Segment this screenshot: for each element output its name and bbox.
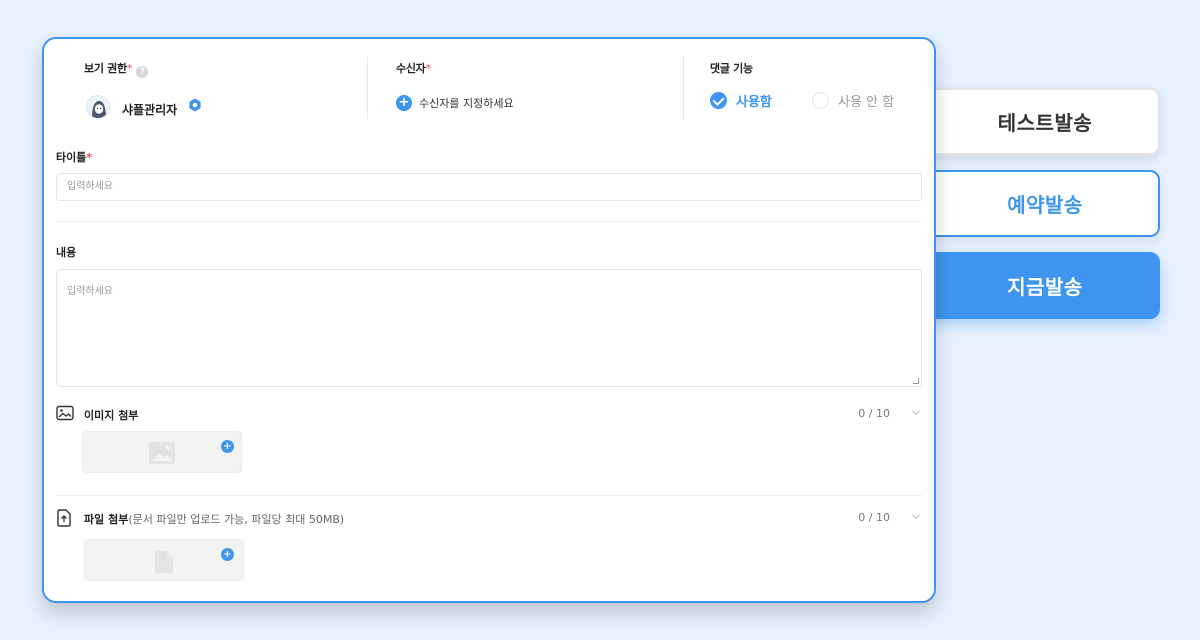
check-circle-icon bbox=[710, 92, 727, 109]
title-placeholder: 입력하세요 bbox=[67, 181, 113, 192]
plus-icon: + bbox=[396, 95, 412, 111]
file-upload-icon bbox=[56, 509, 72, 531]
file-attach-count: 0 / 10 bbox=[858, 511, 890, 524]
image-attach-row[interactable]: 이미지 첨부 0 / 10 bbox=[56, 405, 922, 425]
image-upload-slot[interactable]: + bbox=[82, 431, 242, 473]
plus-icon[interactable]: + bbox=[221, 440, 234, 453]
title-input[interactable]: 입력하세요 bbox=[56, 173, 922, 201]
comment-enable-label: 사용함 bbox=[736, 95, 772, 110]
comment-disable-label: 사용 안 함 bbox=[838, 95, 895, 110]
comment-enable-radio[interactable]: 사용함 bbox=[710, 91, 772, 110]
recipient-field: 수신자* bbox=[396, 57, 431, 76]
resize-handle[interactable] bbox=[913, 378, 919, 384]
file-attach-label: 파일 첨부 bbox=[84, 513, 129, 526]
reserve-send-button[interactable]: 예약발송 bbox=[918, 170, 1160, 237]
message-form-card: 보기 권한*? 샤플관리자 수신자* + 수신자를 지정하세요 댓글 기능 사용… bbox=[42, 37, 936, 603]
question-icon[interactable]: ? bbox=[136, 66, 149, 78]
image-placeholder-icon bbox=[149, 442, 175, 464]
recipient-label: 수신자 bbox=[396, 62, 426, 75]
column-divider bbox=[683, 57, 684, 119]
file-upload-slot[interactable]: + bbox=[84, 539, 244, 581]
image-attach-count: 0 / 10 bbox=[858, 407, 890, 420]
avatar bbox=[86, 95, 110, 119]
file-placeholder-icon bbox=[155, 551, 173, 573]
radio-circle-icon bbox=[812, 92, 829, 109]
image-icon bbox=[56, 405, 74, 425]
image-attach-label: 이미지 첨부 bbox=[84, 409, 139, 422]
required-mark: * bbox=[126, 62, 133, 75]
add-recipient-button[interactable]: + 수신자를 지정하세요 bbox=[396, 95, 514, 111]
chevron-down-icon[interactable] bbox=[912, 407, 920, 415]
admin-name: 샤플관리자 bbox=[122, 103, 178, 117]
content-textarea[interactable]: 입력하세요 bbox=[56, 269, 922, 387]
plus-icon[interactable]: + bbox=[221, 548, 234, 561]
section-divider bbox=[56, 495, 922, 496]
section-divider bbox=[56, 221, 922, 222]
comment-label: 댓글 기능 bbox=[710, 62, 753, 75]
comment-disable-radio[interactable]: 사용 안 함 bbox=[812, 91, 894, 110]
file-attach-label-group: 파일 첨부(문서 파일만 업로드 가능, 파일당 최대 50MB) bbox=[84, 511, 344, 527]
title-label: 타이틀 bbox=[56, 151, 87, 164]
title-label-group: 타이틀* bbox=[56, 149, 92, 165]
required-mark: * bbox=[425, 62, 431, 75]
file-attach-sublabel: (문서 파일만 업로드 가능, 파일당 최대 50MB) bbox=[128, 513, 345, 526]
add-recipient-text: 수신자를 지정하세요 bbox=[419, 97, 514, 110]
column-divider bbox=[367, 57, 368, 119]
visibility-field: 보기 권한*? bbox=[84, 57, 149, 78]
test-send-button[interactable]: 테스트발송 bbox=[918, 88, 1160, 155]
gear-icon[interactable] bbox=[188, 97, 202, 116]
visibility-label: 보기 권한 bbox=[84, 62, 127, 75]
send-now-button[interactable]: 지금발송 bbox=[918, 252, 1160, 319]
form-top-section: 보기 권한*? 샤플관리자 수신자* + 수신자를 지정하세요 댓글 기능 사용… bbox=[44, 39, 934, 123]
file-attach-row[interactable]: 파일 첨부(문서 파일만 업로드 가능, 파일당 최대 50MB) 0 / 10 bbox=[56, 509, 922, 529]
content-placeholder: 입력하세요 bbox=[67, 286, 113, 297]
required-mark: * bbox=[86, 151, 93, 164]
comment-field: 댓글 기능 bbox=[710, 57, 753, 76]
content-label: 내용 bbox=[56, 246, 77, 259]
chevron-down-icon[interactable] bbox=[912, 511, 920, 519]
